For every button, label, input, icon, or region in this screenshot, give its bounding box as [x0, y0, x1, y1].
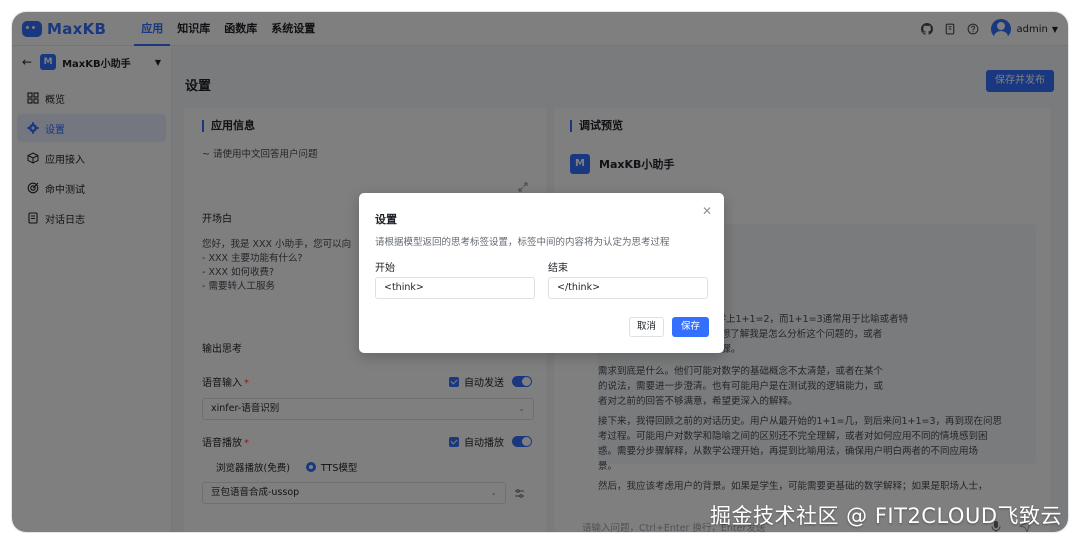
start-tag-input[interactable]: <think> [375, 277, 535, 299]
start-label: 开始 [375, 263, 395, 274]
close-icon[interactable]: ✕ [702, 204, 712, 218]
think-tag-settings-dialog: 设置 ✕ 请根据模型返回的思考标签设置，标签中间的内容将为认定为思考过程 开始 … [359, 193, 724, 353]
watermark: 掘金技术社区 @ FIT2CLOUD飞致云 [710, 504, 1062, 528]
dialog-title: 设置 [375, 213, 397, 226]
dialog-description: 请根据模型返回的思考标签设置，标签中间的内容将为认定为思考过程 [375, 237, 670, 248]
cancel-button[interactable]: 取消 [629, 317, 665, 337]
end-label: 结束 [548, 263, 568, 274]
app-window: MaxKB 应用 知识库 函数库 系统设置 admin ▼ ← M MaxKB小… [12, 12, 1068, 532]
end-tag-input[interactable]: </think> [548, 277, 708, 299]
save-button[interactable]: 保存 [672, 317, 710, 337]
